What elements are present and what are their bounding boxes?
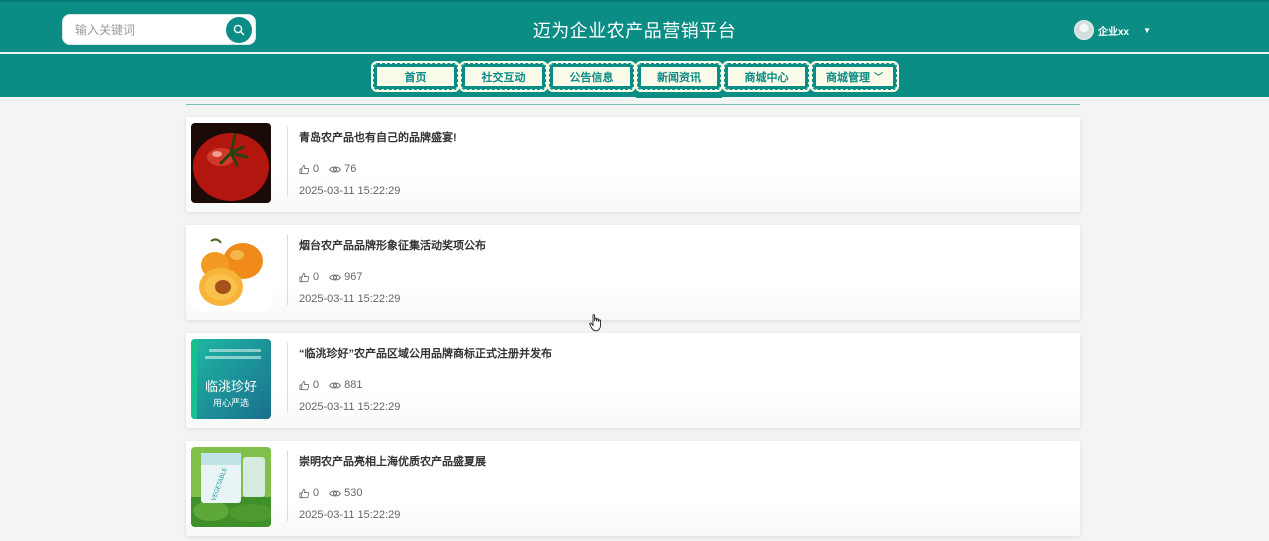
item-divider — [287, 451, 288, 521]
tab-announcements[interactable]: 公告信息 — [547, 61, 636, 92]
hand-cursor-icon — [589, 314, 601, 332]
news-thumbnail[interactable] — [191, 123, 271, 203]
active-tab-indicator — [636, 96, 722, 98]
like-count-value: 0 — [313, 271, 320, 283]
news-title[interactable]: 崇明农产品亮相上海优质农产品盛夏展 — [299, 453, 486, 469]
view-count-value: 881 — [344, 379, 363, 391]
view-count-value: 76 — [344, 163, 357, 175]
tab-label: 社交互动 — [481, 71, 526, 84]
eye-icon — [329, 490, 342, 496]
like-count-value: 0 — [313, 163, 320, 175]
tomato-image — [191, 123, 271, 203]
like-count-value: 0 — [313, 379, 320, 391]
user-name[interactable]: 企业xx — [1098, 23, 1129, 38]
news-title[interactable]: “临洮珍好”农产品区域公用品牌商标正式注册并发布 — [299, 345, 552, 361]
tab-label: 公告信息 — [569, 71, 614, 84]
eye-icon — [329, 382, 342, 388]
news-item[interactable]: 烟台农产品品牌形象征集活动奖项公布 0 967 2025-03-11 15:22… — [186, 225, 1080, 320]
caret-down-icon[interactable]: ▼ — [1143, 26, 1151, 35]
news-title[interactable]: 烟台农产品品牌形象征集活动奖项公布 — [299, 237, 486, 253]
eye-icon — [329, 274, 342, 280]
like-count[interactable]: 0 — [299, 487, 319, 499]
user-menu[interactable]: 企业xx ▼ — [1074, 19, 1151, 41]
vegetable-package-image: VEGETABLE — [191, 447, 271, 527]
news-thumbnail[interactable]: VEGETABLE — [191, 447, 271, 527]
view-count-value: 530 — [344, 487, 363, 499]
news-item[interactable]: 临洮珍好 用心严选 “临洮珍好”农产品区域公用品牌商标正式注册并发布 0 881… — [186, 333, 1080, 428]
item-divider — [287, 343, 288, 413]
news-thumbnail[interactable] — [191, 231, 271, 311]
news-title[interactable]: 青岛农产品也有自己的品牌盛宴! — [299, 129, 457, 145]
thumbs-up-icon — [299, 488, 310, 498]
news-stats: 0 76 — [299, 163, 366, 175]
tab-social[interactable]: 社交互动 — [459, 61, 548, 92]
view-count: 881 — [329, 379, 362, 391]
brand-banner-image: 临洮珍好 用心严选 — [191, 339, 271, 419]
item-divider — [287, 127, 288, 197]
view-count: 967 — [329, 271, 362, 283]
thumbs-up-icon — [299, 164, 310, 174]
tab-mall-management[interactable]: 商城管理 ﹀ — [810, 61, 899, 92]
view-count-value: 967 — [344, 271, 363, 283]
thumbs-up-icon — [299, 272, 310, 282]
tab-home[interactable]: 首页 — [371, 61, 460, 92]
news-stats: 0 967 — [299, 271, 372, 283]
view-count: 76 — [329, 163, 356, 175]
item-divider — [287, 235, 288, 305]
thumbs-up-icon — [299, 380, 310, 390]
content-divider — [186, 104, 1080, 105]
tab-label: 首页 — [404, 71, 427, 84]
news-date: 2025-03-11 15:22:29 — [299, 401, 401, 413]
avatar[interactable] — [1074, 20, 1094, 40]
brand-sub-text: 用心严选 — [213, 397, 249, 409]
tab-label: 商城中心 — [744, 71, 789, 84]
apricot-image — [191, 231, 271, 311]
news-date: 2025-03-11 15:22:29 — [299, 509, 401, 521]
like-count-value: 0 — [313, 487, 320, 499]
main-nav: 首页 社交互动 公告信息 新闻资讯 商城中心 商城管理 ﹀ — [0, 52, 1269, 97]
news-stats: 0 530 — [299, 487, 372, 499]
top-header-bar: 迈为企业农产品营销平台 企业xx ▼ — [0, 0, 1269, 52]
chevron-down-icon: ﹀ — [873, 72, 883, 82]
tab-label: 商城管理 — [825, 71, 870, 84]
news-date: 2025-03-11 15:22:29 — [299, 185, 401, 197]
news-stats: 0 881 — [299, 379, 372, 391]
view-count: 530 — [329, 487, 362, 499]
news-item[interactable]: 青岛农产品也有自己的品牌盛宴! 0 76 2025-03-11 15:22:29 — [186, 117, 1080, 212]
tab-news[interactable]: 新闻资讯 — [635, 61, 723, 92]
like-count[interactable]: 0 — [299, 379, 319, 391]
like-count[interactable]: 0 — [299, 163, 319, 175]
tab-mall-center[interactable]: 商城中心 — [722, 61, 811, 92]
news-item[interactable]: VEGETABLE 崇明农产品亮相上海优质农产品盛夏展 0 530 2025-0… — [186, 441, 1080, 536]
tab-label: 新闻资讯 — [657, 71, 701, 84]
news-date: 2025-03-11 15:22:29 — [299, 293, 401, 305]
brand-slogan-text: 临洮珍好 — [205, 380, 257, 395]
news-thumbnail[interactable]: 临洮珍好 用心严选 — [191, 339, 271, 419]
eye-icon — [329, 166, 342, 172]
like-count[interactable]: 0 — [299, 271, 319, 283]
